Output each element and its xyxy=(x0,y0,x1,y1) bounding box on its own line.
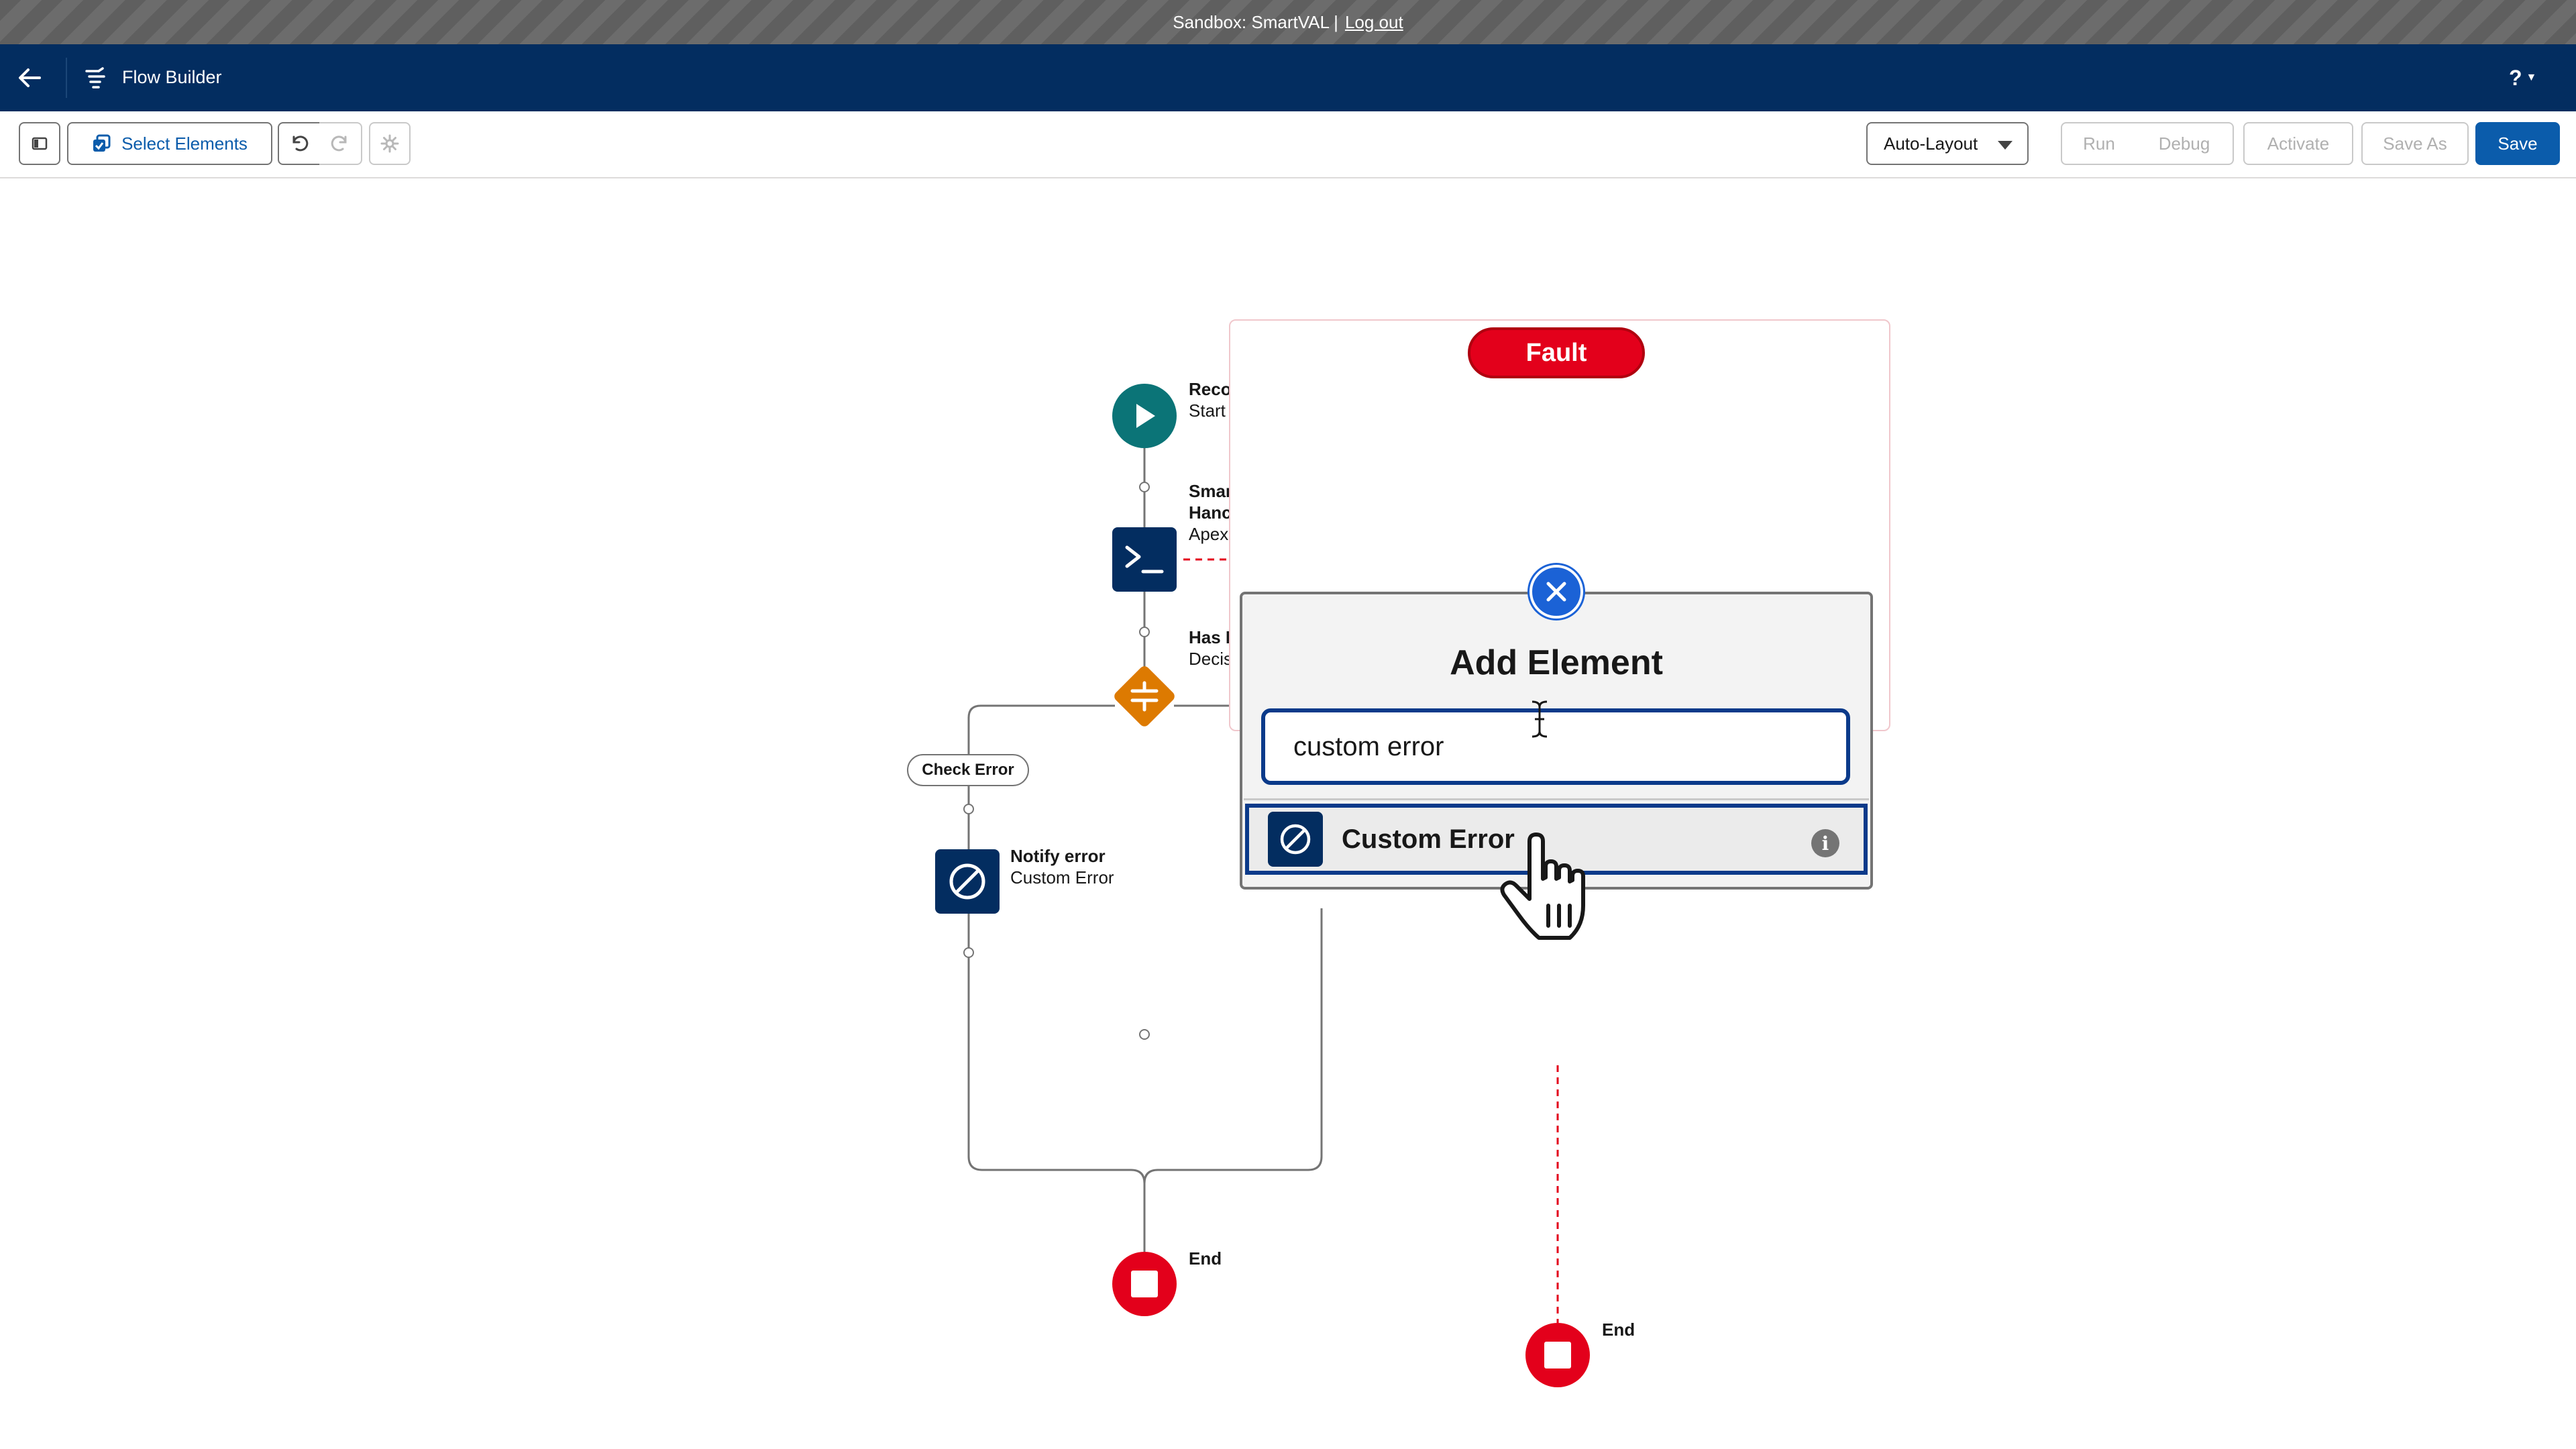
run-label: Run xyxy=(2083,133,2115,154)
info-icon[interactable]: i xyxy=(1811,829,1839,857)
block-icon xyxy=(1268,812,1323,867)
result-item-label: Custom Error xyxy=(1342,824,1515,854)
redo-button[interactable] xyxy=(319,122,362,165)
redo-icon xyxy=(331,136,347,152)
undo-button[interactable] xyxy=(278,122,321,165)
connector-dot[interactable] xyxy=(1139,627,1150,637)
arrow-left-icon xyxy=(19,68,41,87)
help-label: ? xyxy=(2509,65,2522,90)
save-button[interactable]: Save xyxy=(2475,122,2560,165)
play-icon xyxy=(1136,404,1155,428)
block-icon xyxy=(949,863,985,900)
logout-link[interactable]: Log out xyxy=(1345,12,1403,33)
run-button[interactable]: Run xyxy=(2061,122,2137,165)
connector-dot[interactable] xyxy=(1139,482,1150,492)
decision-title: Has I xyxy=(1189,627,1231,647)
end-node-label: End xyxy=(1189,1248,1222,1269)
notify-title: Notify error xyxy=(1010,846,1106,866)
notify-subtitle: Custom Error xyxy=(1010,867,1114,888)
chevron-down-icon: ▼ xyxy=(2526,72,2537,83)
save-label: Save xyxy=(2498,133,2538,154)
close-icon xyxy=(1546,582,1566,602)
back-button[interactable] xyxy=(15,64,44,91)
custom-error-node[interactable] xyxy=(935,849,1000,914)
info-glyph: i xyxy=(1821,832,1829,855)
outcome-pill-check-error[interactable]: Check Error xyxy=(907,754,1029,786)
decision-node[interactable] xyxy=(1112,663,1177,729)
decision-node-label: Has I Decis xyxy=(1189,627,1232,669)
chevron-down-icon xyxy=(1998,141,2012,150)
result-divider xyxy=(1244,798,1869,800)
fault-end-node[interactable] xyxy=(1525,1323,1590,1387)
debug-label: Debug xyxy=(2158,133,2210,154)
activate-button[interactable]: Activate xyxy=(2243,122,2353,165)
panel-icon xyxy=(32,137,48,150)
select-icon xyxy=(93,134,111,152)
fault-end-node-label: End xyxy=(1602,1319,1635,1340)
apex-action-node[interactable] xyxy=(1112,527,1177,592)
sandbox-label: Sandbox: SmartVAL | xyxy=(1173,11,1338,32)
layout-mode-select[interactable]: Auto-Layout xyxy=(1866,122,2029,165)
end-title: End xyxy=(1189,1248,1222,1269)
apex-subtitle: Apex xyxy=(1189,524,1229,544)
toolbar: Select Elements Auto-Layout Run Debug Ac… xyxy=(0,111,2576,178)
save-as-button[interactable]: Save As xyxy=(2361,122,2469,165)
help-button[interactable]: ? ▼ xyxy=(2509,63,2556,93)
hand-pointer-icon xyxy=(1500,833,1585,940)
decision-subtitle: Decis xyxy=(1189,649,1233,669)
settings-button[interactable] xyxy=(369,122,411,165)
debug-button[interactable]: Debug xyxy=(2136,122,2234,165)
connector-dot[interactable] xyxy=(963,947,974,958)
select-elements-label: Select Elements xyxy=(121,133,248,154)
toggle-panel-button[interactable] xyxy=(19,122,60,165)
fault-end-title: End xyxy=(1602,1320,1635,1340)
stop-icon xyxy=(1544,1342,1571,1368)
app-header: Flow Builder ? ▼ xyxy=(0,44,2576,111)
save-as-label: Save As xyxy=(2383,133,2447,154)
terminal-icon xyxy=(1125,545,1164,574)
start-node[interactable] xyxy=(1112,384,1177,448)
activate-label: Activate xyxy=(2267,133,2330,154)
decision-icon xyxy=(1130,681,1159,712)
fault-badge: Fault xyxy=(1468,327,1645,378)
text-cursor-icon xyxy=(1532,700,1548,738)
flow-icon xyxy=(80,64,110,91)
gear-icon xyxy=(380,134,399,153)
end-node[interactable] xyxy=(1112,1252,1177,1316)
close-add-element-button[interactable] xyxy=(1529,565,1583,619)
undo-icon xyxy=(292,136,309,152)
connector-dot[interactable] xyxy=(1139,1029,1150,1040)
header-divider xyxy=(66,58,67,98)
stop-icon xyxy=(1131,1271,1158,1297)
app-title: Flow Builder xyxy=(122,67,222,87)
add-element-title: Add Element xyxy=(1450,643,1663,682)
layout-mode-value: Auto-Layout xyxy=(1884,133,1978,154)
start-subtitle: Start xyxy=(1189,400,1226,421)
sandbox-banner: Sandbox: SmartVAL | Log out xyxy=(0,0,2576,44)
custom-error-node-label: Notify error Custom Error xyxy=(1010,845,1114,888)
element-search-input[interactable] xyxy=(1261,708,1850,785)
connector-dot[interactable] xyxy=(963,804,974,814)
select-elements-button[interactable]: Select Elements xyxy=(67,122,272,165)
